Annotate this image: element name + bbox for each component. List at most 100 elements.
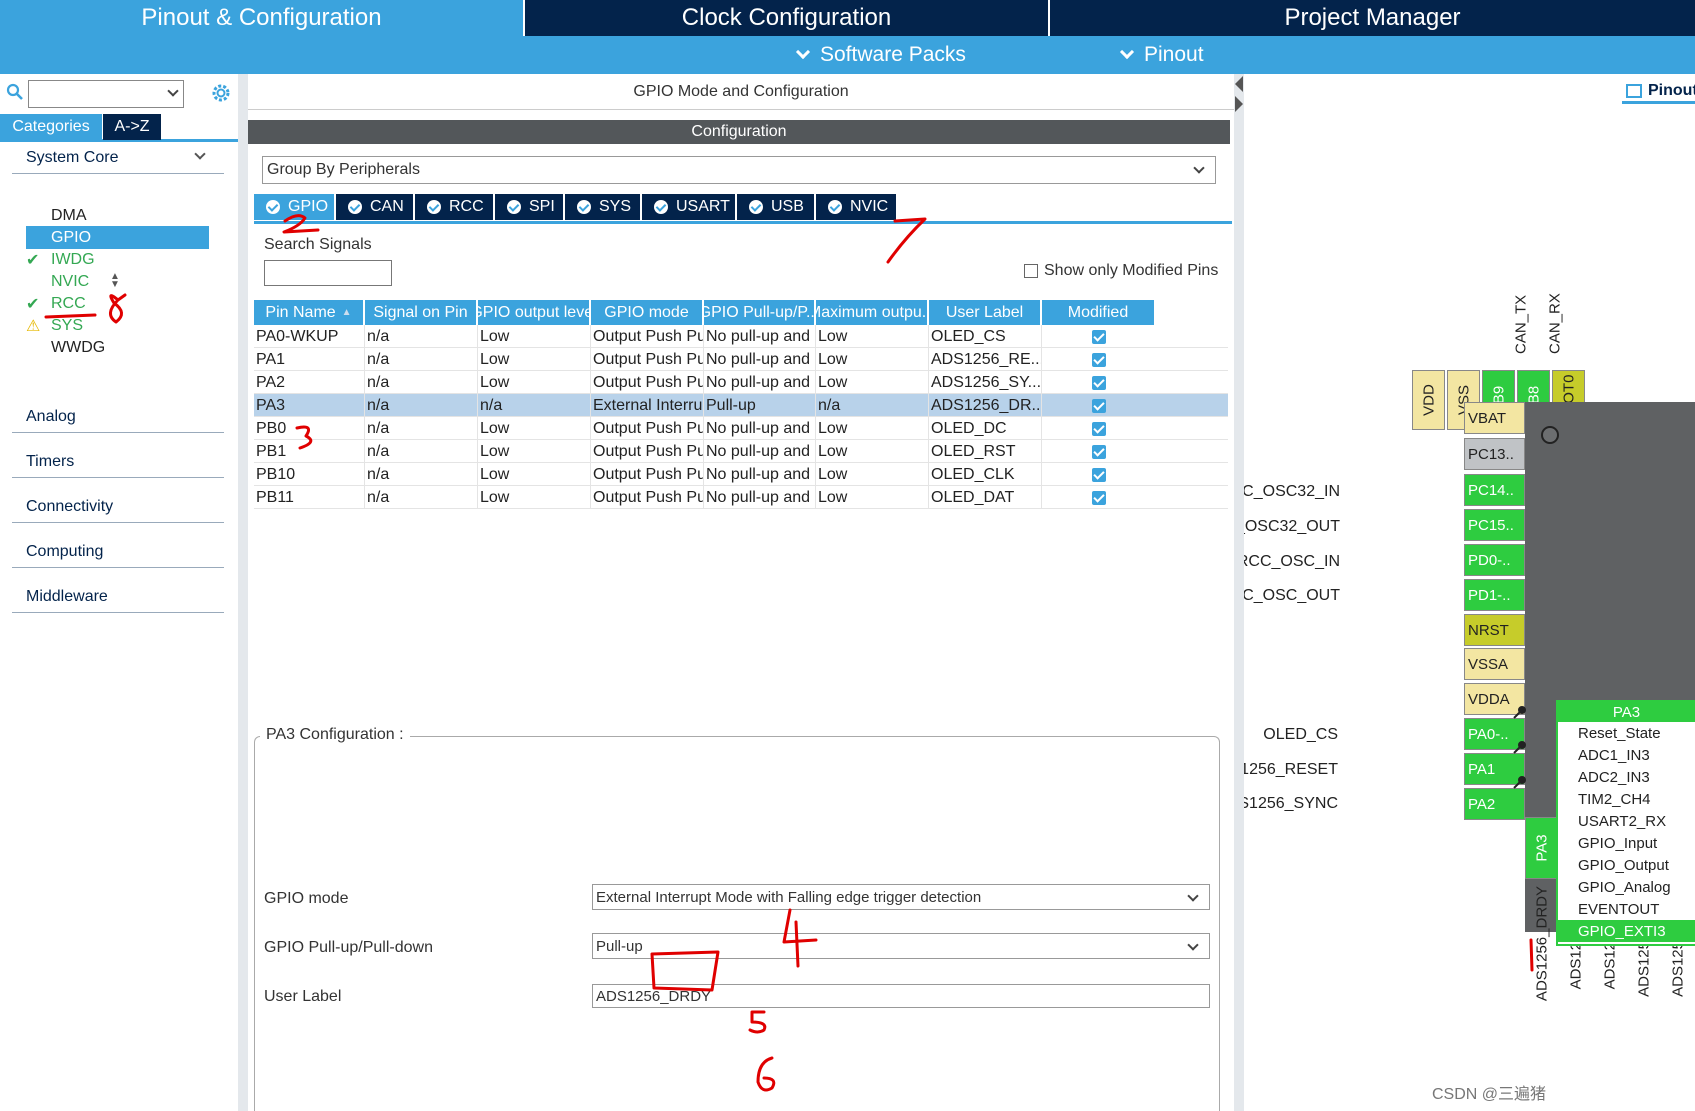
tab-gpio[interactable]: GPIO: [254, 194, 334, 220]
table-row[interactable]: PA3 n/a n/a External Interru... Pull-up n/a AD…: [254, 394, 1228, 417]
popup-item[interactable]: GPIO_EXTI3: [1558, 920, 1695, 942]
col-max-output-speed[interactable]: Maximum outpu...: [816, 300, 929, 325]
table-row[interactable]: PA0-WKUP n/a Low Output Push Pull No pull-up…: [254, 325, 1228, 348]
pin-pc14[interactable]: PC14..: [1464, 474, 1525, 506]
pin-vssa[interactable]: VSSA: [1464, 648, 1525, 680]
search-icon[interactable]: [6, 83, 24, 101]
tab-nvic[interactable]: NVIC: [816, 194, 896, 220]
software-packs-menu[interactable]: Software Packs: [795, 36, 966, 74]
show-modified-toggle[interactable]: Show only Modified Pins: [1024, 262, 1218, 280]
core-item-sys[interactable]: ⚠ SYS: [26, 314, 209, 337]
modified-checkbox[interactable]: [1092, 398, 1106, 413]
core-item-dma[interactable]: DMA: [26, 204, 209, 227]
user-label-value: ADS1256_DRDY: [596, 987, 712, 1005]
core-item-gpio[interactable]: GPIO: [26, 226, 209, 249]
col-pin-name[interactable]: Pin Name ▲: [254, 300, 365, 325]
popup-item[interactable]: GPIO_Input: [1558, 832, 1695, 854]
pin-pa2[interactable]: PA2: [1464, 788, 1525, 820]
pin-pc15[interactable]: PC15..: [1464, 509, 1525, 541]
core-item-iwdg[interactable]: ✔ IWDG: [26, 248, 209, 271]
chevron-down-icon[interactable]: [167, 85, 179, 97]
popup-item[interactable]: EVENTOUT: [1558, 898, 1695, 920]
modified-checkbox[interactable]: [1092, 444, 1106, 459]
cell-signal: n/a: [365, 417, 478, 440]
cell-output-level: Low: [478, 325, 591, 348]
col-signal-on-pin[interactable]: Signal on Pin: [365, 300, 478, 325]
checkbox[interactable]: [1024, 264, 1038, 278]
gpio-pull-select[interactable]: Pull-up: [592, 933, 1210, 959]
popup-item[interactable]: Reset_State: [1558, 722, 1695, 744]
pin-pc13[interactable]: PC13..: [1464, 438, 1525, 470]
popup-item[interactable]: GPIO_Output: [1558, 854, 1695, 876]
modified-checkbox[interactable]: [1092, 490, 1106, 505]
modified-checkbox[interactable]: [1092, 329, 1106, 344]
user-label-input[interactable]: ADS1256_DRDY: [592, 984, 1210, 1008]
popup-item[interactable]: ADC2_IN3: [1558, 766, 1695, 788]
cell-user-label: OLED_DC: [929, 417, 1042, 440]
table-row[interactable]: PA1 n/a Low Output Push Pull No pull-up and …: [254, 348, 1228, 371]
table-row[interactable]: PB0 n/a Low Output Push Pull No pull-up and …: [254, 417, 1228, 440]
pin-pd0[interactable]: PD0-..: [1464, 544, 1525, 576]
core-item-nvic[interactable]: NVIC: [26, 270, 209, 293]
tab-categories[interactable]: Categories: [0, 114, 102, 140]
tab-sys[interactable]: SYS: [565, 194, 640, 220]
tab-usart[interactable]: USART: [642, 194, 735, 220]
cell-speed: Low: [816, 348, 929, 371]
modified-checkbox[interactable]: [1092, 421, 1106, 436]
tab-usb[interactable]: USB: [737, 194, 814, 220]
pinout-menu[interactable]: Pinout: [1119, 36, 1204, 74]
pin-nrst[interactable]: NRST: [1464, 614, 1525, 646]
gpio-mode-select[interactable]: External Interrupt Mode with Falling edg…: [592, 884, 1210, 910]
pinout-view: Pinout CAN_TX CAN_RX VDD VSS PB9 PB8 BOO…: [1244, 74, 1695, 1111]
category-search-input[interactable]: [28, 80, 184, 108]
section-connectivity[interactable]: Connectivity: [12, 491, 1266, 523]
collapse-right-icon[interactable]: [1235, 96, 1243, 112]
table-row[interactable]: PB1 n/a Low Output Push Pull No pull-up and …: [254, 440, 1228, 463]
section-analog[interactable]: Analog: [12, 401, 1266, 433]
cell-output-level: Low: [478, 348, 591, 371]
panel-splitter[interactable]: [1234, 74, 1244, 1111]
col-gpio-output-level[interactable]: GPIO output level: [478, 300, 591, 325]
tab-clock-configuration[interactable]: Clock Configuration: [525, 0, 1050, 36]
popup-item[interactable]: USART2_RX: [1558, 810, 1695, 832]
tab-pinout-configuration[interactable]: Pinout & Configuration: [0, 0, 525, 36]
tab-a-z[interactable]: A->Z: [103, 114, 161, 140]
pin-pa3[interactable]: PA3: [1525, 817, 1558, 879]
section-system-core[interactable]: System Core: [12, 142, 224, 174]
table-row[interactable]: PB11 n/a Low Output Push Pull No pull-up and…: [254, 486, 1228, 509]
pin-vdd[interactable]: VDD: [1412, 370, 1445, 430]
tab-can[interactable]: CAN: [336, 194, 413, 220]
modified-checkbox[interactable]: [1092, 352, 1106, 367]
popup-item[interactable]: GPIO_Analog: [1558, 876, 1695, 898]
cell-modified: [1042, 463, 1154, 486]
section-timers[interactable]: Timers: [12, 446, 1266, 478]
popup-item[interactable]: TIM2_CH4: [1558, 788, 1695, 810]
tab-project-manager[interactable]: Project Manager: [1050, 0, 1695, 36]
col-gpio-pull[interactable]: GPIO Pull-up/P...: [704, 300, 816, 325]
cell-modified: [1042, 371, 1154, 394]
pin-pd1[interactable]: PD1-..: [1464, 579, 1525, 611]
col-user-label[interactable]: User Label: [929, 300, 1042, 325]
pinout-view-button[interactable]: Pinout: [1622, 80, 1695, 104]
table-row[interactable]: PB10 n/a Low Output Push Pull No pull-up and…: [254, 463, 1228, 486]
left-splitter[interactable]: [238, 74, 248, 1111]
tab-spi[interactable]: SPI: [495, 194, 563, 220]
core-item-wwdg[interactable]: WWDG: [26, 336, 209, 359]
pin-vbat[interactable]: VBAT: [1464, 402, 1525, 434]
col-gpio-mode[interactable]: GPIO mode: [591, 300, 704, 325]
search-signals-input[interactable]: [264, 260, 392, 286]
popup-item[interactable]: ADC1_IN3: [1558, 744, 1695, 766]
group-by-select[interactable]: Group By Peripherals: [262, 156, 1216, 184]
modified-checkbox[interactable]: [1092, 375, 1106, 390]
section-computing[interactable]: Computing: [12, 536, 1266, 568]
modified-checkbox[interactable]: [1092, 467, 1106, 482]
category-search-row: [4, 78, 234, 108]
table-row[interactable]: PA2 n/a Low Output Push Pull No pull-up and …: [254, 371, 1228, 394]
check-circle-icon: [749, 200, 763, 214]
collapse-left-icon[interactable]: [1235, 76, 1243, 92]
col-modified[interactable]: Modified: [1042, 300, 1154, 325]
gear-icon[interactable]: [210, 82, 232, 104]
core-item-rcc[interactable]: ✔ RCC: [26, 292, 209, 315]
tab-rcc[interactable]: RCC: [415, 194, 493, 220]
section-middleware[interactable]: Middleware: [12, 581, 1266, 613]
